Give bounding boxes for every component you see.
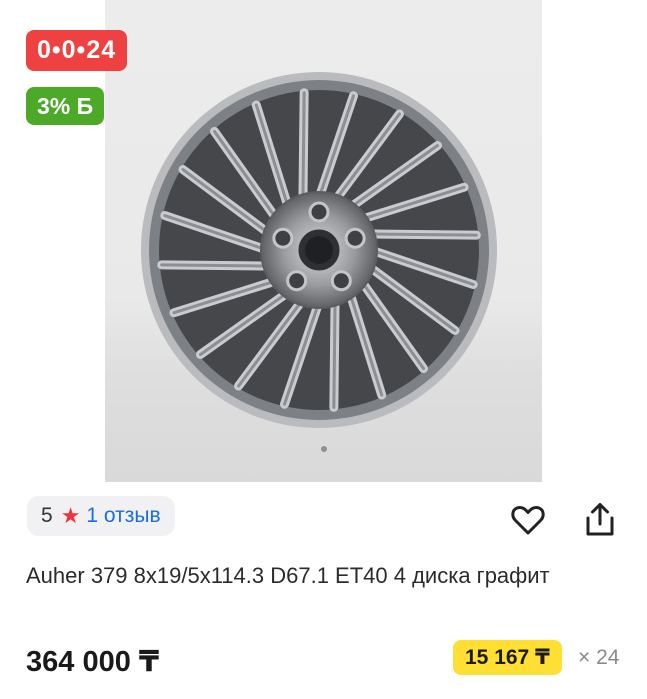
reviews-link[interactable]: 1 отзыв xyxy=(86,504,160,528)
rating-reviews-pill[interactable]: 5 ★ 1 отзыв xyxy=(27,496,175,536)
gallery-pagination[interactable] xyxy=(105,439,542,457)
heart-icon xyxy=(511,506,545,535)
bonus-badge: 3% Б xyxy=(26,87,105,125)
product-image[interactable] xyxy=(105,0,542,482)
product-title: Auher 379 8x19/5x114.3 D67.1 ET40 4 диск… xyxy=(26,563,550,588)
gallery-dot-active[interactable] xyxy=(320,446,327,452)
wheel-spoke xyxy=(332,297,337,409)
lug-nut-hole xyxy=(308,201,330,223)
product-price: 364 000 ₸ xyxy=(26,646,160,678)
wheel-rim-image xyxy=(141,72,497,428)
share-button[interactable] xyxy=(580,500,620,540)
wheel-spoke xyxy=(160,263,272,268)
lug-nut-hole xyxy=(272,227,294,249)
star-icon: ★ xyxy=(60,503,81,528)
installment-0-0-24-badge: 0•0•24 xyxy=(26,30,128,71)
installment-months: × 24 xyxy=(578,646,620,669)
wheel-spoke xyxy=(366,232,478,237)
lug-nut-hole xyxy=(286,270,308,292)
share-icon xyxy=(586,503,614,536)
lug-nut-hole xyxy=(330,270,352,292)
favorite-button[interactable] xyxy=(508,500,548,540)
rating-score: 5 xyxy=(41,504,53,527)
monthly-payment-badge[interactable]: 15 167 ₸ xyxy=(453,640,562,675)
lug-nut-hole xyxy=(344,227,366,249)
wheel-spoke xyxy=(301,91,306,203)
